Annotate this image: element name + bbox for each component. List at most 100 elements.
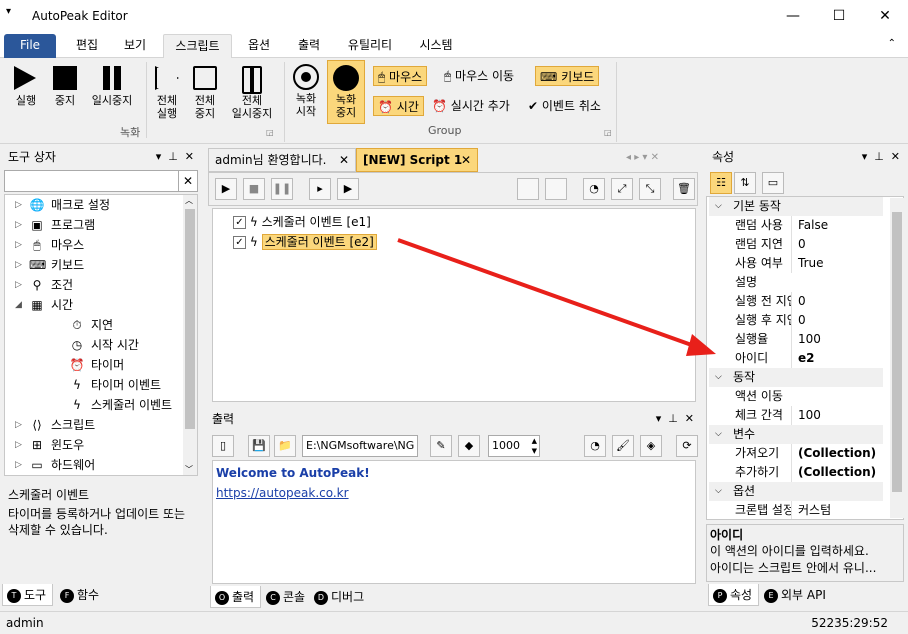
- tab-script-1[interactable]: [NEW] Script 1 ✕: [356, 148, 478, 172]
- expand-arrow-icon[interactable]: ▷: [15, 255, 22, 275]
- property-row[interactable]: 랜덤 사용 False: [733, 216, 883, 235]
- record-start-button[interactable]: 녹화 시작: [288, 64, 324, 124]
- property-category[interactable]: ⌵ 동작: [709, 368, 883, 387]
- property-row[interactable]: 체크 간격 100: [733, 406, 883, 425]
- property-category[interactable]: ⌵ 옵션: [709, 482, 883, 501]
- fill-icon[interactable]: ◈: [640, 435, 662, 457]
- keyboard-toggle[interactable]: ⌨ 키보드: [535, 66, 600, 86]
- tab-debug[interactable]: D 디버그: [310, 586, 370, 608]
- script-line[interactable]: ✓ ϟ 스케줄러 이벤트 [e1]: [233, 213, 371, 231]
- realtime-add-button[interactable]: ⏰ 실시간 추가: [432, 96, 510, 116]
- clock-icon[interactable]: ◔: [583, 178, 605, 200]
- sort-az-icon[interactable]: ⇅: [734, 172, 756, 194]
- tab-system[interactable]: 시스템: [410, 34, 462, 58]
- property-category[interactable]: ⌵ 변수: [709, 425, 883, 444]
- tree-item[interactable]: ◷ 시작 시간: [5, 335, 185, 355]
- dialog-launcher-icon[interactable]: ◲: [604, 128, 612, 137]
- chevron-down-icon[interactable]: ⌵: [715, 197, 722, 216]
- close-tab-icon[interactable]: ✕: [461, 149, 471, 171]
- expand-arrow-icon[interactable]: ▷: [15, 415, 22, 435]
- tab-edit[interactable]: 편집: [64, 34, 110, 58]
- collapse-ribbon-icon[interactable]: ⌃: [888, 38, 896, 49]
- tree-item[interactable]: ▷ 🖱 마우스: [5, 235, 185, 255]
- expand-arrow-icon[interactable]: ▷: [15, 235, 22, 255]
- folder-icon[interactable]: 📁: [274, 435, 296, 457]
- path-input[interactable]: E:\NGMsoftware\NG: [302, 435, 418, 457]
- clean-icon[interactable]: ✎: [430, 435, 452, 457]
- brush-icon[interactable]: 🖌: [612, 435, 634, 457]
- script-area[interactable]: ✓ ϟ 스케줄러 이벤트 [e1] ✓ ϟ 스케줄러 이벤트 [e2]: [212, 208, 696, 402]
- property-pages-icon[interactable]: ▭: [762, 172, 784, 194]
- property-row[interactable]: 아이디 e2: [733, 349, 883, 368]
- delay-stepper[interactable]: 1000 ▲ ▼: [488, 435, 540, 457]
- tree-item[interactable]: ◢ ▦ 시간: [5, 295, 185, 315]
- close-button[interactable]: ✕: [862, 0, 908, 32]
- tab-file[interactable]: File: [4, 34, 56, 58]
- property-row[interactable]: 사용 여부 True: [733, 254, 883, 273]
- pane-controls[interactable]: ▾ ⊥ ✕: [862, 146, 900, 168]
- chevron-down-icon[interactable]: ⌵: [715, 425, 722, 444]
- tree-item[interactable]: ▷ ⚲ 조건: [5, 275, 185, 295]
- property-category[interactable]: ⌵ 기본 동작: [709, 197, 883, 216]
- tab-nav-icons[interactable]: ◂ ▸ ▾ ✕: [626, 152, 659, 163]
- dialog-launcher-icon[interactable]: ◲: [266, 128, 274, 137]
- pause-icon[interactable]: ❚❚: [271, 178, 293, 200]
- property-row[interactable]: 실행 전 지연0: [733, 292, 883, 311]
- property-scrollbar[interactable]: [890, 198, 904, 518]
- close-tab-icon[interactable]: ✕: [339, 149, 349, 171]
- script-line-selected[interactable]: ✓ ϟ 스케줄러 이벤트 [e2]: [233, 233, 377, 251]
- property-row[interactable]: 추가하기 (Collection): [733, 463, 883, 482]
- property-row[interactable]: 실행 후 지연0: [733, 311, 883, 330]
- run-all-button[interactable]: 전체 실행: [148, 66, 186, 120]
- tab-script[interactable]: 스크립트: [163, 34, 232, 58]
- blank-button[interactable]: [545, 178, 567, 200]
- delete-icon[interactable]: 🗑: [673, 178, 695, 200]
- tree-item[interactable]: ⏱ 지연: [5, 315, 185, 335]
- property-row[interactable]: 설명: [733, 273, 883, 292]
- expand-arrow-icon[interactable]: ▷: [15, 475, 22, 476]
- eraser-icon[interactable]: ◆: [458, 435, 480, 457]
- tree-item[interactable]: ▷ ▣ 프로그램: [5, 215, 185, 235]
- tab-utility[interactable]: 유틸리티: [338, 34, 402, 58]
- tab-output[interactable]: 출력: [288, 34, 330, 58]
- tab-view[interactable]: 보기: [114, 34, 156, 58]
- time-toggle[interactable]: ⏰ 시간: [373, 96, 424, 116]
- tree-item[interactable]: ▷ ⊞ 윈도우: [5, 435, 185, 455]
- pause-button[interactable]: 일시중지: [84, 66, 140, 107]
- checkbox[interactable]: ✓: [233, 236, 246, 249]
- expand-arrow-icon[interactable]: ▷: [15, 195, 22, 215]
- minimize-button[interactable]: —: [770, 0, 816, 32]
- run-button[interactable]: 실행: [8, 66, 44, 107]
- new-file-icon[interactable]: ▯: [212, 435, 234, 457]
- clock-icon[interactable]: ◔: [584, 435, 606, 457]
- pane-controls[interactable]: ▾ ⊥ ✕: [656, 408, 694, 430]
- toolbox-search-input[interactable]: [4, 170, 198, 192]
- expand-arrow-icon[interactable]: ▷: [15, 435, 22, 455]
- mouse-move-button[interactable]: 🖱 마우스 이동: [444, 66, 514, 86]
- step-icon[interactable]: ▸: [309, 178, 331, 200]
- chevron-down-icon[interactable]: ⌵: [715, 368, 722, 387]
- tab-functions[interactable]: F 함수: [56, 584, 105, 606]
- property-row[interactable]: 실행율 100: [733, 330, 883, 349]
- tree-item[interactable]: ▷ ✉ 메세지 박스: [5, 475, 185, 476]
- pause-all-button[interactable]: 전체 일시중지: [224, 66, 280, 120]
- play-icon[interactable]: ▶: [215, 178, 237, 200]
- tab-welcome[interactable]: admin님 환영합니다. ✕: [208, 148, 356, 172]
- quick-access-icon[interactable]: ▾: [6, 6, 11, 17]
- expand-arrow-icon[interactable]: ▷: [15, 275, 22, 295]
- tab-external-api[interactable]: E 외부 API: [760, 584, 832, 606]
- collapse-arrow-icon[interactable]: ◢: [15, 295, 22, 315]
- property-row[interactable]: 크론탭 설정 커스텀: [733, 501, 883, 519]
- tree-item[interactable]: ⏰ 타이머: [5, 355, 185, 375]
- blank-button[interactable]: [517, 178, 539, 200]
- property-row[interactable]: 랜덤 지연 0: [733, 235, 883, 254]
- property-row[interactable]: 액션 이동: [733, 387, 883, 406]
- tree-item[interactable]: ϟ 스케줄러 이벤트: [5, 395, 185, 415]
- run-selected-icon[interactable]: ▶: [337, 178, 359, 200]
- save-icon[interactable]: 💾: [248, 435, 270, 457]
- expand-icon[interactable]: ⤢: [611, 178, 633, 200]
- tree-item[interactable]: ϟ 타이머 이벤트: [5, 375, 185, 395]
- mouse-toggle[interactable]: 🖱 마우스: [373, 66, 428, 86]
- maximize-button[interactable]: ☐: [816, 0, 862, 32]
- tab-console[interactable]: C 콘솔: [262, 586, 311, 608]
